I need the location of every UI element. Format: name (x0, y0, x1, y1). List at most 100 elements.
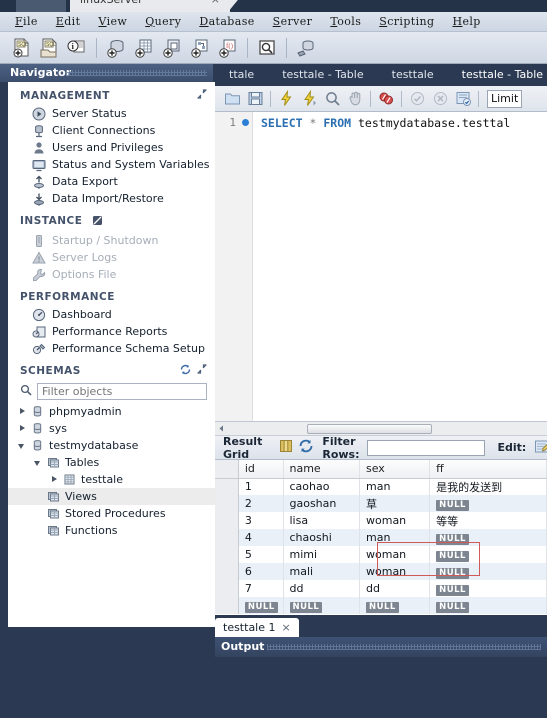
cell-id[interactable]: 1 (238, 478, 284, 495)
new-sql-tab-icon[interactable]: SQL (8, 35, 34, 61)
connection-info-icon[interactable]: i (64, 35, 90, 61)
cell-ff[interactable]: NULL (429, 563, 547, 580)
search-data-icon[interactable] (254, 35, 280, 61)
table-row-new[interactable]: NULL NULL NULL NULL (215, 597, 547, 614)
nav-item-server-status[interactable]: Server Status (8, 105, 215, 122)
open-sql-script-icon[interactable]: SQL (36, 35, 62, 61)
edit-row-icon[interactable] (534, 439, 547, 457)
editor-tab-3[interactable]: testtale - Table (448, 64, 547, 86)
result-grid[interactable]: id name sex ff 1 caohao man 是我的发送到 2 gao… (215, 460, 547, 615)
refresh-icon[interactable] (180, 364, 191, 378)
tree-item-testmydatabase[interactable]: testmydatabase (8, 437, 215, 454)
table-row[interactable]: 5 mimi woman NULL (215, 546, 547, 563)
menu-file[interactable]: File (6, 13, 47, 30)
cell-id[interactable]: 6 (238, 563, 284, 580)
editor-tab-1[interactable]: testtale - Table (268, 64, 377, 86)
close-icon[interactable]: × (282, 621, 291, 634)
cell-id[interactable]: 5 (238, 546, 284, 563)
cell-sex[interactable]: man (359, 529, 431, 546)
expand-icon[interactable] (197, 89, 207, 102)
row-selector[interactable] (215, 597, 239, 614)
nav-item-startup-shutdown[interactable]: Startup / Shutdown (8, 232, 215, 249)
rollback-icon[interactable] (429, 88, 451, 110)
home-tab[interactable] (16, 0, 66, 12)
row-selector[interactable] (215, 529, 239, 546)
nav-item-performance-reports[interactable]: Performance Reports (8, 323, 215, 340)
cell-name[interactable]: mali (283, 563, 360, 580)
cell-ff[interactable]: 是我的发送到 (429, 478, 547, 495)
chevron-down-icon[interactable] (34, 458, 43, 467)
connection-tab[interactable]: linuxServer × (70, 0, 230, 12)
cell-name[interactable]: NULL (283, 597, 360, 614)
new-procedure-icon[interactable] (187, 35, 213, 61)
close-icon[interactable]: × (211, 0, 220, 6)
statement-marker-icon[interactable] (242, 119, 249, 126)
save-script-icon[interactable] (244, 88, 266, 110)
cell-name[interactable]: chaoshi (283, 529, 360, 546)
execute-icon[interactable] (275, 88, 297, 110)
table-row[interactable]: 7 dd dd NULL (215, 580, 547, 597)
row-selector[interactable] (215, 563, 239, 580)
nav-item-users-and-privileges[interactable]: Users and Privileges (8, 139, 215, 156)
tree-item-views[interactable]: Views (8, 488, 215, 505)
stop-icon[interactable] (344, 88, 366, 110)
nav-item-client-connections[interactable]: Client Connections (8, 122, 215, 139)
cell-name[interactable]: gaoshan (283, 495, 360, 512)
expand-icon[interactable] (197, 364, 207, 378)
menu-tools[interactable]: Tools (321, 13, 370, 30)
row-selector[interactable] (215, 580, 239, 597)
cell-name[interactable]: dd (283, 580, 360, 597)
cell-ff[interactable]: NULL (429, 529, 547, 546)
cell-id[interactable]: NULL (238, 597, 284, 614)
chevron-right-icon[interactable] (18, 407, 27, 416)
menu-database[interactable]: Database (190, 13, 263, 30)
chevron-right-icon[interactable] (18, 424, 27, 433)
reconnect-server-icon[interactable] (293, 35, 319, 61)
tree-item-testtale[interactable]: testtale (8, 471, 215, 488)
menu-edit[interactable]: Edit (47, 13, 90, 30)
cell-sex[interactable]: dd (359, 580, 431, 597)
nav-item-data-import-restore[interactable]: Data Import/Restore (8, 190, 215, 207)
new-schema-icon[interactable] (103, 35, 129, 61)
row-selector[interactable] (215, 546, 239, 563)
cell-sex[interactable]: woman (359, 563, 431, 580)
new-function-icon[interactable]: f() (215, 35, 241, 61)
tree-item-sys[interactable]: sys (8, 420, 215, 437)
open-script-icon[interactable] (221, 88, 243, 110)
cell-ff[interactable]: NULL (429, 495, 547, 512)
sql-editor[interactable]: 1 SELECT * FROM testmydatabase.testtal (215, 112, 547, 422)
cell-name[interactable]: mimi (283, 546, 360, 563)
menu-help[interactable]: Help (443, 13, 489, 30)
menu-scripting[interactable]: Scripting (370, 13, 443, 30)
cell-name[interactable]: lisa (283, 512, 360, 529)
row-selector[interactable] (215, 512, 239, 529)
column-header-name[interactable]: name (283, 460, 360, 479)
toggle-autocommit-icon[interactable] (452, 88, 474, 110)
cell-ff[interactable]: NULL (429, 546, 547, 563)
table-row[interactable]: 6 mali woman NULL (215, 563, 547, 580)
new-table-icon[interactable] (131, 35, 157, 61)
cell-name[interactable]: caohao (283, 478, 360, 495)
cell-sex[interactable]: 草 (359, 495, 431, 512)
limit-rows-dropdown[interactable]: Limit (487, 89, 523, 108)
filter-rows-input[interactable] (367, 439, 486, 456)
cell-id[interactable]: 4 (238, 529, 284, 546)
cell-sex[interactable]: woman (359, 546, 431, 563)
nav-item-dashboard[interactable]: Dashboard (8, 306, 215, 323)
column-header-sex[interactable]: sex (359, 460, 431, 479)
row-selector[interactable] (215, 478, 239, 495)
nav-item-status-and-system-variables[interactable]: Status and System Variables (8, 156, 215, 173)
table-row[interactable]: 2 gaoshan 草 NULL (215, 495, 547, 512)
cell-id[interactable]: 2 (238, 495, 284, 512)
cell-ff[interactable]: NULL (429, 580, 547, 597)
nav-item-options-file[interactable]: Options File (8, 266, 215, 283)
editor-tab-2[interactable]: testtale (378, 64, 448, 86)
execute-current-statement-icon[interactable] (298, 88, 320, 110)
scroll-left-icon[interactable] (215, 422, 228, 435)
menu-server[interactable]: Server (264, 13, 322, 30)
table-row[interactable]: 1 caohao man 是我的发送到 (215, 478, 547, 495)
cell-id[interactable]: 7 (238, 580, 284, 597)
cell-sex[interactable]: NULL (359, 597, 431, 614)
cell-sex[interactable]: woman (359, 512, 431, 529)
table-row[interactable]: 3 lisa woman 等等 (215, 512, 547, 529)
